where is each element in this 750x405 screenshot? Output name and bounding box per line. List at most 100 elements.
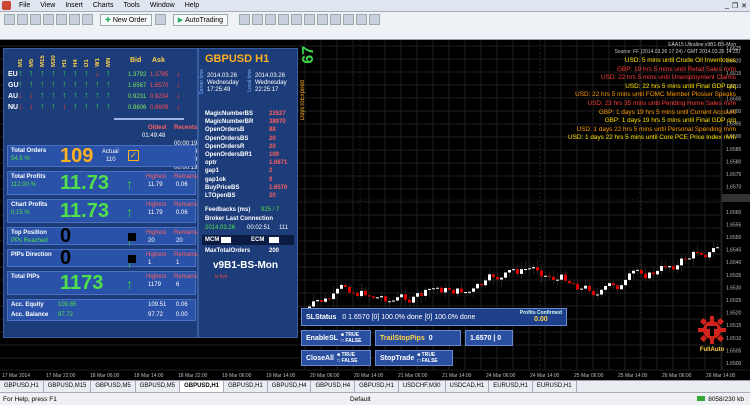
market-watch-icon[interactable] (30, 14, 41, 25)
arrow-down-icon: ↓ (176, 90, 181, 100)
price-tick: 1.6530 (726, 285, 742, 291)
chart-tab[interactable]: EURUSD,H1 (533, 381, 577, 392)
price-tick: 1.6555 (726, 222, 742, 228)
metaeditor-icon[interactable] (154, 14, 166, 25)
chart-tab[interactable]: GBPUSD,H1 (224, 381, 268, 392)
chart-tab[interactable]: GBPUSD,M5 (136, 381, 181, 392)
arrow-down-icon: ↓ (95, 68, 100, 78)
news-item: GBP: 1 days 19 hrs 5 mins until Final GD… (604, 117, 736, 125)
actual-label: Actual (102, 149, 119, 155)
time-tick: 21 Mar 14:00 (442, 373, 472, 379)
close-icon[interactable]: ✕ (741, 2, 747, 10)
time-tick: 24 Mar 06:00 (486, 373, 516, 379)
candle-body (324, 298, 327, 302)
candle-body (696, 251, 699, 253)
bar-chart-icon[interactable] (238, 14, 250, 25)
chart-tab[interactable]: GBPUSD,M15 (44, 381, 92, 392)
new-order-button[interactable]: ✚ New Order (100, 14, 152, 26)
candle-body (672, 266, 675, 270)
chart-tab[interactable]: GBPUSD,H4 (311, 381, 356, 392)
days-to-expire: 67 (300, 46, 317, 64)
time-tick: 17 Mar 22:00 (46, 373, 76, 379)
candle-body (384, 296, 387, 302)
data-window-icon[interactable] (43, 14, 54, 25)
news-item: USD: 1 days 22 hrs 5 mins until Personal… (576, 125, 737, 133)
chart-tab[interactable]: GBPUSD,M5 (91, 381, 136, 392)
price-field[interactable]: 1.6570 | 0 (465, 330, 513, 346)
zoom-in-icon[interactable] (277, 14, 289, 25)
server-time: 17:25:49 (207, 87, 231, 93)
autotrading-button[interactable]: ▶ AutoTrading (172, 14, 228, 26)
chart-shift-icon[interactable] (329, 14, 341, 25)
close-all-button[interactable]: CloseAll ■ TRUE □ FALSE (301, 350, 371, 366)
profiles-icon[interactable] (17, 14, 28, 25)
navigator-icon[interactable] (56, 14, 67, 25)
zoom-out-icon[interactable] (290, 14, 302, 25)
candle-body (620, 285, 623, 290)
menu-file[interactable]: File (14, 2, 35, 9)
chart-tab[interactable]: GBPUSD,H1 (180, 381, 225, 392)
total-profits-box: Total Profits 112.00 % 11.73 ↑ Highest Remain… (7, 171, 198, 195)
chart-tab[interactable]: GBPUSD,H4 (268, 381, 312, 392)
autoscroll-icon[interactable] (316, 14, 328, 25)
checkbox-icon[interactable]: ✓ (128, 150, 139, 161)
chart-tab[interactable]: USDCAD,H1 (446, 381, 490, 392)
arrow-up-icon: ↑ (62, 79, 67, 89)
candle-body (344, 284, 347, 287)
menu-charts[interactable]: Charts (88, 2, 119, 9)
menu-insert[interactable]: Insert (60, 2, 88, 9)
fullauto-logo[interactable]: FullAuto (696, 315, 728, 363)
chart-tab[interactable]: EURUSD,H1 (489, 381, 533, 392)
arrow-down-icon: ↓ (176, 79, 181, 89)
stop-trade-button[interactable]: StopTrade ■ TRUE □ FALSE (375, 350, 453, 366)
chart-tab[interactable]: USDCHF,M30 (399, 381, 446, 392)
line-chart-icon[interactable] (264, 14, 276, 25)
candle-body (604, 286, 607, 290)
enable-sl-button[interactable]: EnableSL ■ TRUE □ FALSE (301, 330, 371, 346)
trail-stop-button[interactable]: TrailStopPips 0 (375, 330, 461, 346)
terminal-icon[interactable] (69, 14, 80, 25)
oldest-label: Oldest (148, 125, 167, 131)
box-title: Top Position (11, 230, 47, 236)
candle-body (548, 275, 551, 277)
indicators-icon[interactable] (342, 14, 354, 25)
menu-view[interactable]: View (35, 2, 60, 9)
candle-body (528, 268, 531, 270)
tester-icon[interactable] (82, 14, 93, 25)
arrow-up-icon: ↑ (40, 68, 45, 78)
account-v1: 97.72 (148, 312, 164, 318)
candle-body (332, 293, 335, 300)
new-chart-icon[interactable] (4, 14, 15, 25)
restore-icon[interactable]: ❐ (732, 2, 738, 10)
candle-body (444, 288, 447, 293)
arrow-up-icon: ↑ (126, 276, 133, 292)
menu-window[interactable]: Window (145, 2, 180, 9)
time-tick: 26 Mar 14:00 (706, 373, 736, 379)
minimize-icon[interactable]: _ (725, 2, 729, 10)
remains-label: Remains (174, 252, 198, 258)
tile-icon[interactable] (303, 14, 315, 25)
ask-value: 0.9234 (150, 94, 169, 100)
account-value: 97.72 (58, 312, 74, 318)
box-value: 109 (60, 145, 94, 167)
ask-value: 1.3795 (150, 72, 169, 78)
candlestick-icon[interactable] (251, 14, 263, 25)
periods-icon[interactable] (355, 14, 367, 25)
menu-tools[interactable]: Tools (118, 2, 144, 9)
price-chart[interactable]: 1.6625 1.6620 1.6615 1.6610 1.6605 1.6600 1.65… (0, 40, 750, 380)
trail-stop-label: TrailStopPips (380, 334, 425, 342)
candle-body (320, 300, 323, 302)
field-value: 0 (269, 176, 273, 183)
arrow-down-icon: ↓ (29, 90, 34, 100)
time-tick: 20 Mar 14:00 (354, 373, 384, 379)
field-value: 88 (269, 127, 276, 134)
arrow-up-icon: ↑ (62, 68, 67, 78)
price-tick: 1.6570 (726, 185, 742, 191)
templates-icon[interactable] (368, 14, 380, 25)
field-label: OpenOrdersR (205, 143, 245, 150)
field-label: OpenOrdersB (205, 127, 245, 134)
menu-help[interactable]: Help (180, 2, 204, 9)
chart-tab[interactable]: GBPUSD,H1 (0, 381, 44, 392)
chart-tab[interactable]: GBPUSD,H1 (355, 381, 399, 392)
ask-value: 0.8609 (150, 105, 169, 111)
